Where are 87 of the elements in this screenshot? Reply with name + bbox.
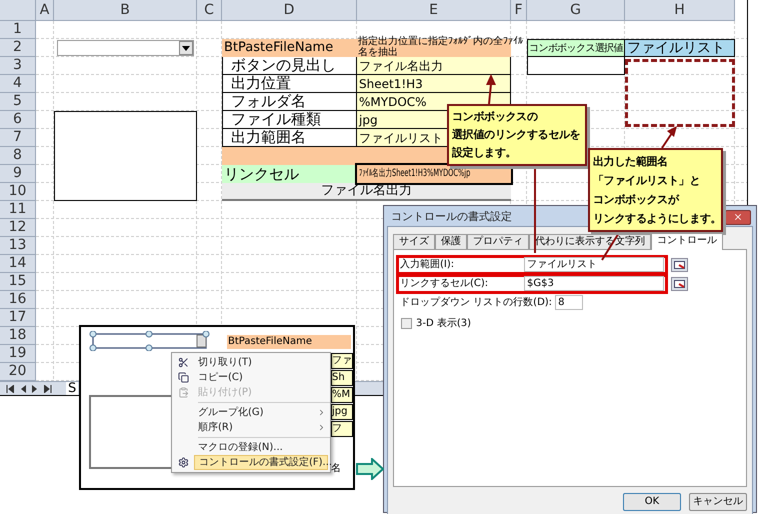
callout: 出力した範囲名 「ファイルリスト」と コンボボックスが リンクするようにします。 bbox=[588, 148, 723, 232]
column-header[interactable]: E bbox=[357, 0, 511, 21]
table-cell: ファ bbox=[331, 353, 353, 369]
row-header[interactable]: 19 bbox=[0, 345, 36, 363]
table-cell: 出力範囲名 bbox=[222, 129, 357, 147]
last-sheet-icon[interactable] bbox=[44, 385, 52, 393]
menu-item[interactable]: コピー(C) bbox=[194, 370, 328, 385]
next-sheet-icon[interactable] bbox=[32, 385, 38, 393]
input-field[interactable]: 8 bbox=[555, 295, 584, 310]
row-header[interactable]: 4 bbox=[0, 75, 36, 93]
input-field[interactable]: $G$3 bbox=[524, 276, 664, 291]
row-header[interactable]: 2 bbox=[0, 39, 36, 57]
row-header[interactable]: 12 bbox=[0, 219, 36, 237]
table-title: BtPasteFileName bbox=[222, 39, 357, 57]
table-description: 指定出力位置に指定ﾌｫﾙﾀﾞ内の全ﾌｧｲﾙ名を抽出 bbox=[357, 36, 524, 58]
leader-arrow bbox=[661, 126, 677, 149]
menu-item[interactable]: グループ化(G) bbox=[194, 405, 328, 420]
row-header[interactable]: 10 bbox=[0, 183, 36, 201]
table-cell: 出力位置 bbox=[222, 75, 357, 93]
first-sheet-icon[interactable] bbox=[6, 385, 14, 393]
row-header[interactable]: 11 bbox=[0, 201, 36, 219]
table-title: BtPasteFileName bbox=[227, 335, 351, 349]
table-cell: Sh bbox=[331, 370, 353, 386]
column-header[interactable]: A bbox=[36, 0, 54, 21]
table-cell: Sheet1!H3 bbox=[357, 75, 511, 93]
table-cell: ボタンの見出し bbox=[222, 57, 357, 75]
row-header[interactable]: 7 bbox=[0, 129, 36, 147]
menu-item[interactable]: 切り取り(T) bbox=[194, 355, 328, 370]
field-label: ドロップダウン リストの行数(D): bbox=[400, 296, 554, 310]
range-select-button[interactable] bbox=[671, 276, 688, 290]
link-cell-text: ﾌｧｲﾙ名出力Sheet1!H3%MYDOC%jp bbox=[359, 168, 470, 180]
table-cell: ファイル名出力 bbox=[357, 57, 511, 75]
gear-icon bbox=[178, 457, 189, 468]
callout: コンボボックスの 選択値のリンクするセルを 設定します。 bbox=[447, 104, 587, 166]
menu-item[interactable]: マクロの登録(N)... bbox=[194, 440, 328, 455]
previous-sheet-icon[interactable] bbox=[20, 385, 26, 393]
row-header[interactable]: 14 bbox=[0, 255, 36, 273]
field-label: リンクするセル(C): bbox=[400, 277, 490, 291]
dialog-tab[interactable]: 保護 bbox=[435, 234, 467, 248]
table-cell: リンクセル bbox=[222, 165, 357, 183]
menu-item[interactable]: 順序(R) bbox=[194, 420, 328, 435]
table-cell: %M bbox=[331, 387, 353, 403]
scissors-icon bbox=[178, 357, 189, 368]
row-header[interactable]: 1 bbox=[0, 21, 36, 39]
row-header[interactable]: 6 bbox=[0, 111, 36, 129]
range-select-button[interactable] bbox=[671, 258, 688, 272]
window-title: コントロールの書式設定 bbox=[391, 209, 512, 225]
table-header: ファイルリスト bbox=[625, 39, 735, 57]
pointer-arrow-icon bbox=[356, 458, 384, 480]
copy-icon bbox=[178, 372, 189, 383]
table-cell: フ bbox=[331, 421, 353, 437]
table-cell: ファイル種類 bbox=[222, 111, 357, 129]
sheet-tab[interactable]: S bbox=[66, 382, 78, 395]
column-header[interactable]: H bbox=[625, 0, 735, 21]
close-button[interactable] bbox=[725, 210, 751, 225]
column-header[interactable]: F bbox=[511, 0, 527, 21]
range-select-icon bbox=[674, 280, 685, 288]
dialog-button[interactable]: キャンセル bbox=[689, 492, 747, 510]
column-header[interactable]: G bbox=[527, 0, 625, 21]
checkbox[interactable] bbox=[401, 318, 412, 328]
row-header[interactable]: 8 bbox=[0, 147, 36, 165]
leader-arrow bbox=[486, 74, 496, 104]
column-header[interactable]: C bbox=[197, 0, 222, 21]
row-header[interactable]: 17 bbox=[0, 309, 36, 327]
list-box[interactable] bbox=[54, 111, 197, 201]
clipboard-icon bbox=[178, 387, 189, 398]
table-cell: jpg bbox=[331, 404, 353, 420]
dialog-tab[interactable]: プロパティ bbox=[467, 234, 529, 248]
dialog-button[interactable]: OK bbox=[623, 492, 681, 510]
row-header[interactable]: 5 bbox=[0, 93, 36, 111]
row-header[interactable]: 16 bbox=[0, 291, 36, 309]
row-header[interactable]: 3 bbox=[0, 57, 36, 75]
dialog-tab[interactable]: コントロール bbox=[651, 232, 723, 250]
column-header[interactable]: B bbox=[54, 0, 197, 21]
row-header[interactable]: 9 bbox=[0, 165, 36, 183]
checkbox-label: 3-D 表示(3) bbox=[416, 316, 472, 330]
column-header[interactable]: D bbox=[222, 0, 357, 21]
field-label: 入力範囲(I): bbox=[400, 258, 456, 272]
table-cell: フォルダ名 bbox=[222, 93, 357, 111]
close-icon bbox=[733, 212, 743, 222]
input-field[interactable]: ファイルリスト bbox=[524, 257, 664, 272]
row-header[interactable]: 13 bbox=[0, 237, 36, 255]
row-header[interactable]: 15 bbox=[0, 273, 36, 291]
range-select-icon bbox=[674, 260, 685, 268]
row-header[interactable]: 18 bbox=[0, 327, 36, 345]
dialog-tab[interactable]: サイズ bbox=[393, 234, 435, 248]
table-header: コンボボックス選択値 bbox=[527, 39, 625, 57]
